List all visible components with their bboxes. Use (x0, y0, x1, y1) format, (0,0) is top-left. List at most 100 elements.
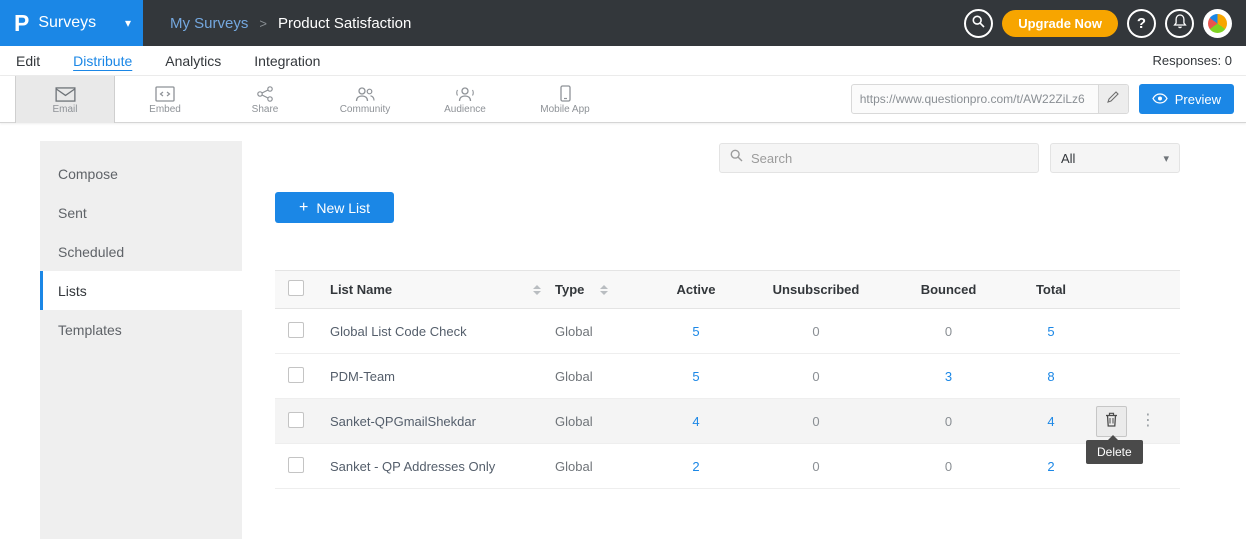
survey-url-field (851, 84, 1129, 114)
bounced-count: 0 (891, 414, 1006, 429)
distribute-toolbar: Email Embed Share Community Audience Mob… (0, 76, 1246, 123)
channel-share-label: Share (252, 104, 279, 115)
email-sidebar: Compose Sent Scheduled Lists Templates (40, 141, 242, 539)
bell-icon (1173, 14, 1187, 33)
list-type-filter[interactable]: All ▾ (1050, 143, 1180, 173)
responses-count: Responses: 0 (1153, 53, 1233, 68)
email-icon (55, 84, 76, 102)
channel-mobile-app[interactable]: Mobile App (515, 76, 615, 123)
channel-share[interactable]: Share (215, 76, 315, 123)
list-name-link[interactable]: Global List Code Check (330, 324, 467, 339)
table-row: Sanket - QP Addresses Only Global 2 0 0 … (275, 444, 1180, 489)
plus-icon: + (299, 200, 308, 216)
row-checkbox[interactable] (288, 367, 304, 383)
active-count[interactable]: 5 (651, 324, 741, 339)
upgrade-now-button[interactable]: Upgrade Now (1002, 10, 1118, 37)
sidebar-item-lists[interactable]: Lists (40, 271, 242, 310)
bounced-count[interactable]: 3 (891, 369, 1006, 384)
community-icon (354, 84, 376, 102)
search-input[interactable] (751, 151, 1028, 166)
search-button[interactable] (964, 9, 993, 38)
lists-table: List Name Type Active Unsubscribed Bounc… (275, 270, 1180, 489)
survey-url-input[interactable] (852, 92, 1098, 106)
app-switcher-surveys[interactable]: P Surveys ▾ (0, 0, 143, 46)
search-box (719, 143, 1039, 173)
search-filter-row: All ▾ (275, 143, 1180, 173)
bounced-count: 0 (891, 459, 1006, 474)
topbar-actions: Upgrade Now ? (964, 9, 1246, 38)
pencil-icon (1107, 90, 1119, 108)
row-checkbox[interactable] (288, 322, 304, 338)
unsubscribed-count: 0 (741, 369, 891, 384)
channel-email[interactable]: Email (15, 76, 115, 123)
sort-type-icon[interactable] (600, 285, 608, 295)
avatar-gauge-icon (1208, 14, 1227, 33)
list-name-link[interactable]: PDM-Team (330, 369, 395, 384)
sort-list-name-icon[interactable] (533, 285, 541, 295)
row-checkbox-cell (275, 367, 321, 386)
embed-icon (155, 84, 175, 102)
sidebar-item-templates[interactable]: Templates (40, 310, 242, 349)
avatar[interactable] (1203, 9, 1232, 38)
edit-url-button[interactable] (1098, 85, 1128, 113)
col-header-active: Active (651, 282, 741, 297)
question-mark-icon: ? (1137, 15, 1146, 32)
tab-edit[interactable]: Edit (16, 53, 40, 69)
tab-integration[interactable]: Integration (254, 53, 320, 69)
search-icon (730, 149, 743, 167)
lists-panel: All ▾ + New List List Name Type (242, 141, 1180, 539)
delete-list-button[interactable] (1096, 406, 1127, 437)
table-header-row: List Name Type Active Unsubscribed Bounc… (275, 271, 1180, 309)
row-checkbox[interactable] (288, 412, 304, 428)
total-count[interactable]: 2 (1006, 459, 1096, 474)
unsubscribed-count: 0 (741, 414, 891, 429)
type-header-label: Type (555, 282, 584, 297)
total-count[interactable]: 4 (1006, 414, 1096, 429)
new-list-button[interactable]: + New List (275, 192, 394, 223)
list-name-cell: Sanket - QP Addresses Only (321, 459, 555, 474)
active-count[interactable]: 4 (651, 414, 741, 429)
channel-community[interactable]: Community (315, 76, 415, 123)
table-row: Global List Code Check Global 5 0 0 5 (275, 309, 1180, 354)
list-name-link[interactable]: Sanket-QPGmailShekdar (330, 414, 476, 429)
row-checkbox-cell (275, 412, 321, 431)
notifications-button[interactable] (1165, 9, 1194, 38)
sidebar-item-scheduled[interactable]: Scheduled (40, 232, 242, 271)
row-checkbox-cell (275, 457, 321, 476)
sidebar-item-compose[interactable]: Compose (40, 154, 242, 193)
total-count[interactable]: 5 (1006, 324, 1096, 339)
list-name-link[interactable]: Sanket - QP Addresses Only (330, 459, 495, 474)
eye-icon (1152, 92, 1168, 107)
total-count[interactable]: 8 (1006, 369, 1096, 384)
mobile-phone-icon (560, 84, 571, 102)
unsubscribed-count: 0 (741, 459, 891, 474)
active-count[interactable]: 2 (651, 459, 741, 474)
questionpro-logo: P (14, 12, 29, 35)
search-icon (972, 15, 985, 32)
breadcrumb-my-surveys[interactable]: My Surveys (170, 15, 248, 32)
chevron-down-icon: ▾ (1163, 152, 1169, 165)
breadcrumb-separator: > (259, 16, 267, 31)
delete-tooltip: Delete (1086, 440, 1143, 464)
chevron-down-icon: ▾ (125, 16, 131, 30)
sidebar-item-sent[interactable]: Sent (40, 193, 242, 232)
row-actions-cell: ⋮ Delete (1096, 399, 1180, 443)
unsubscribed-count: 0 (741, 324, 891, 339)
list-name-cell: Global List Code Check (321, 324, 555, 339)
row-checkbox[interactable] (288, 457, 304, 473)
toolbar-right: Preview (851, 84, 1246, 114)
channel-audience[interactable]: Audience (415, 76, 515, 123)
channel-embed[interactable]: Embed (115, 76, 215, 123)
tab-distribute[interactable]: Distribute (73, 53, 132, 69)
content: Compose Sent Scheduled Lists Templates A… (0, 123, 1246, 539)
tab-analytics[interactable]: Analytics (165, 53, 221, 69)
preview-button[interactable]: Preview (1139, 84, 1234, 114)
row-menu-button[interactable]: ⋮ (1140, 413, 1156, 429)
list-type: Global (555, 414, 651, 429)
active-count[interactable]: 5 (651, 369, 741, 384)
row-checkbox-cell (275, 322, 321, 341)
help-button[interactable]: ? (1127, 9, 1156, 38)
select-all-checkbox[interactable] (288, 280, 304, 296)
table-row: Sanket-QPGmailShekdar Global 4 0 0 4 ⋮ D… (275, 399, 1180, 444)
channel-mobile-app-label: Mobile App (540, 104, 589, 115)
